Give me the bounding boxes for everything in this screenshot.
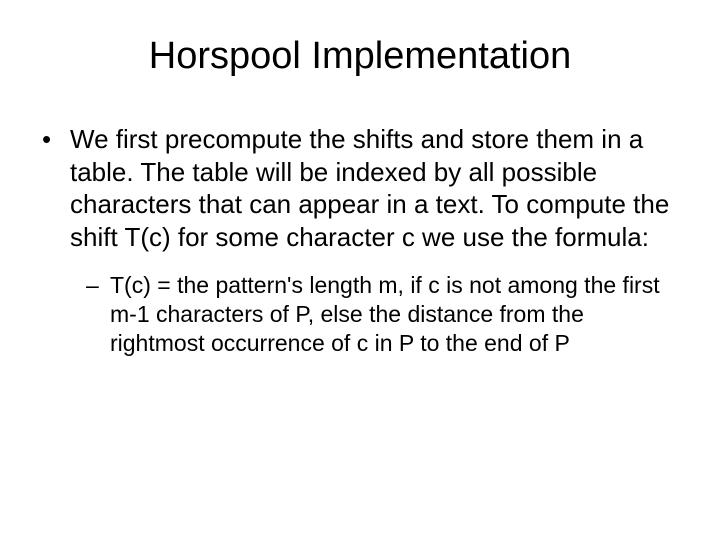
page-title: Horspool Implementation bbox=[40, 35, 680, 78]
bullet-level-2: T(c) = the pattern's length m, if c is n… bbox=[40, 271, 680, 357]
slide: Horspool Implementation We first precomp… bbox=[0, 0, 720, 540]
bullet-level-1: We first precompute the shifts and store… bbox=[40, 123, 680, 253]
